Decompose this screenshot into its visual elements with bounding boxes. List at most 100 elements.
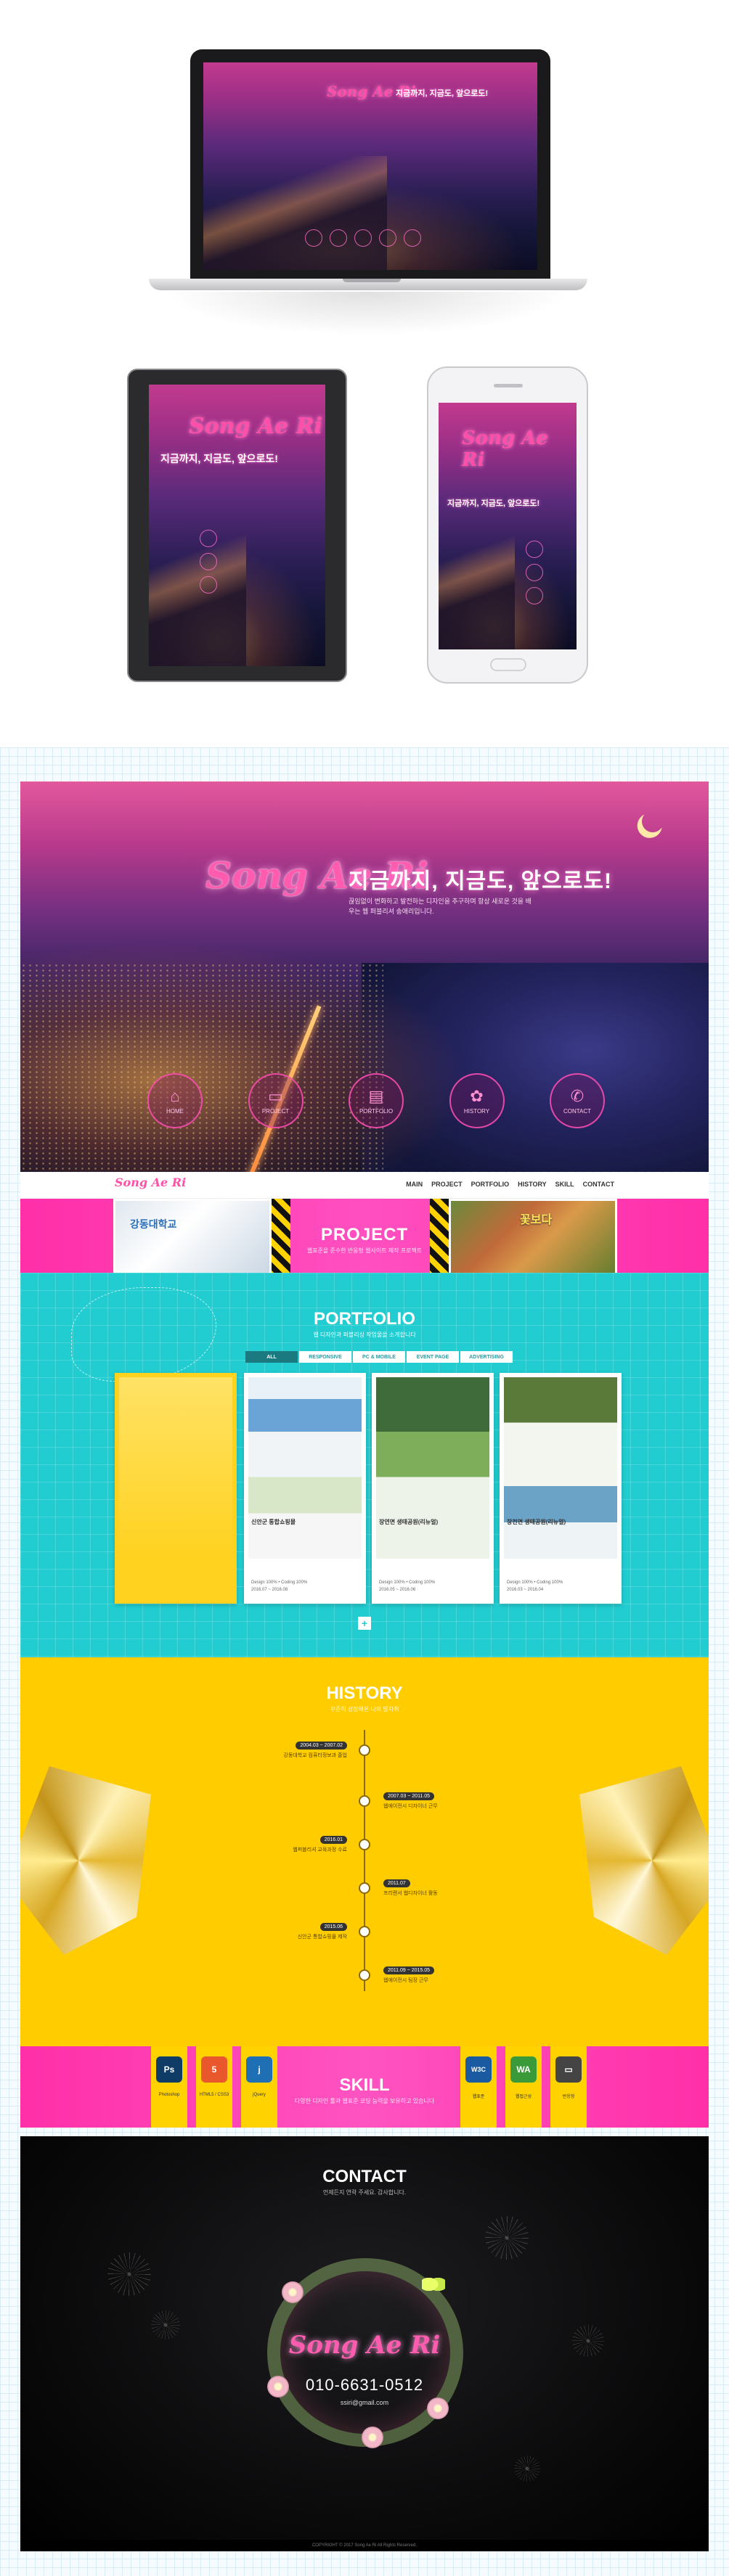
nav-menu: MAIN PROJECT PORTFOLIO HISTORY SKILL CON… <box>406 1181 614 1188</box>
tab-responsive[interactable]: RESPONSIVE <box>299 1351 351 1363</box>
phone-icon <box>526 587 543 604</box>
top-navigation: Song Ae Ri MAIN PROJECT PORTFOLIO HISTOR… <box>20 1173 709 1199</box>
timeline-node <box>359 1839 370 1850</box>
nav-logo[interactable]: Song Ae Ri <box>115 1176 186 1189</box>
phone-home-button <box>490 658 526 671</box>
timeline-node <box>359 1926 370 1937</box>
contact-email[interactable]: ssiri@gmail.com <box>20 2399 709 2406</box>
phone-tagline: 지금까지, 지금도, 앞으로도! <box>447 499 540 508</box>
portfolio-card-name: 장연면 생태공원(리뉴얼) <box>379 1519 439 1525</box>
flower-icon <box>282 2281 304 2303</box>
history-subtitle: 꾸준히 성장해온 나의 발자취 <box>330 1706 399 1712</box>
hero-intro: 끊임없이 변화하고 발전하는 디자인을 추구하며 항상 새로운 것을 배우는 웹… <box>349 898 532 915</box>
file-icon: ▤ <box>368 1086 384 1105</box>
dandelion-seed-icon <box>485 2216 529 2260</box>
nav-item-portfolio[interactable]: PORTFOLIO <box>471 1181 510 1188</box>
dandelion-seed-icon <box>107 2252 151 2296</box>
hero-section: Song Ae Ri 지금까지, 지금도, 앞으로도! 끊임없이 변화하고 발전… <box>20 782 709 1172</box>
file-icon <box>200 576 217 594</box>
monitor-icon <box>330 229 347 247</box>
phone-mockup: Song Ae Ri 지금까지, 지금도, 앞으로도! <box>427 366 588 684</box>
phone-icon <box>404 229 421 247</box>
tab-advertising[interactable]: ADVERTISING <box>460 1351 513 1363</box>
portfolio-title: PORTFOLIO <box>314 1309 415 1329</box>
laptop-mockup: Song Ae Ri 지금까지, 지금도, 앞으로도! <box>190 49 550 279</box>
nav-item-main[interactable]: MAIN <box>406 1181 423 1188</box>
tab-pc-mobile[interactable]: PC & MOBILE <box>353 1351 405 1363</box>
portfolio-card[interactable]: 장연면 생태공원(리뉴얼) Design 100% • Coding 100% … <box>372 1373 494 1604</box>
hero-tagline: 지금까지, 지금도, 앞으로도! <box>349 869 612 893</box>
history-section: HISTORY 꾸준히 성장해온 나의 발자취 2004.03 ~ 2007.0… <box>20 1657 709 2046</box>
portfolio-card-meta: Design 100% • Coding 100% 2016.07 ~ 2016… <box>251 1580 308 1592</box>
phone-icons <box>526 541 543 604</box>
timeline-line <box>364 1730 365 1991</box>
nav-item-contact[interactable]: CONTACT <box>583 1181 614 1188</box>
contact-title: CONTACT <box>322 2167 407 2186</box>
portfolio-screenshot <box>504 1377 617 1559</box>
contact-subtitle: 언제든지 연락 주세요. 감사합니다. <box>322 2189 407 2196</box>
portfolio-card-meta: Design 100% • Coding 100% 2016.03 ~ 2016… <box>507 1580 563 1592</box>
timeline-item: 2004.03 ~ 2007.02 강동대학교 컴퓨터정보과 졸업 <box>283 1742 347 1758</box>
tab-all[interactable]: ALL <box>245 1351 298 1363</box>
phone-screen: Song Ae Ri 지금까지, 지금도, 앞으로도! <box>439 403 577 649</box>
crystal-decoration-right <box>579 1766 709 1955</box>
portfolio-card[interactable] <box>115 1373 237 1604</box>
timeline-item: 2015.06 신안군 통합쇼핑몰 제작 <box>297 1923 347 1940</box>
home-icon: ⌂ <box>170 1086 180 1105</box>
nav-item-history[interactable]: HISTORY <box>518 1181 547 1188</box>
portfolio-screenshot <box>119 1377 232 1559</box>
flower-icon: ✿ <box>470 1086 484 1105</box>
project-section: 강동대학교 꽃보다 PROJECT 웹표준을 준수한 반응형 웹사이트 제작 프… <box>20 1199 709 1273</box>
home-icon <box>305 229 322 247</box>
tablet-icons <box>200 530 217 594</box>
home-icon <box>526 541 543 558</box>
portfolio-card-name: 장천면 생태공원(리뉴얼) <box>507 1519 566 1525</box>
monitor-icon <box>526 564 543 581</box>
phone-logo: Song Ae Ri <box>462 427 548 471</box>
contact-phone[interactable]: 010-6631-0512 <box>20 2376 709 2395</box>
flower-icon <box>362 2427 383 2448</box>
hero-history-button[interactable]: ✿ HISTORY <box>449 1073 505 1128</box>
portfolio-card[interactable]: 장천면 생태공원(리뉴얼) Design 100% • Coding 100% … <box>500 1373 622 1604</box>
phone-icon: ✆ <box>570 1086 585 1105</box>
monitor-icon: ▭ <box>268 1086 283 1105</box>
crystal-decoration-left <box>20 1766 151 1955</box>
hero-portfolio-button[interactable]: ▤ PORTFOLIO <box>349 1073 404 1128</box>
hero-home-button[interactable]: ⌂ HOME <box>147 1073 203 1128</box>
hero-icon-menu: ⌂ HOME ▭ PROJECT ▤ PORTFOLIO ✿ HISTORY ✆… <box>147 1073 605 1128</box>
portfolio-filter-tabs: ALL RESPONSIVE PC & MOBILE EVENT PAGE AD… <box>245 1351 513 1363</box>
portfolio-presentation: Song Ae Ri 지금까지, 지금도, 앞으로도! Song Ae Ri 지… <box>0 0 729 2576</box>
timeline-node <box>359 1744 370 1756</box>
tab-event-page[interactable]: EVENT PAGE <box>407 1351 459 1363</box>
timeline-item: 2011.07 프리랜서 웹디자이너 활동 <box>383 1879 438 1896</box>
project-title: PROJECT <box>320 1225 409 1244</box>
home-icon <box>200 530 217 547</box>
dandelion-seed-icon <box>514 2456 540 2482</box>
laptop-tagline: 지금까지, 지금도, 앞으로도! <box>396 89 489 98</box>
moon-icon <box>639 808 667 835</box>
portfolio-card[interactable]: 신안군 통합쇼핑몰 Design 100% • Coding 100% 2016… <box>244 1373 366 1604</box>
contact-section: CONTACT 언제든지 연락 주세요. 감사합니다. Song Ae Ri 0… <box>20 2136 709 2548</box>
portfolio-section: PORTFOLIO 웹 디자인과 퍼블리싱 작업물을 소개합니다 ALL RES… <box>20 1273 709 1657</box>
history-title: HISTORY <box>326 1683 403 1703</box>
hero-contact-button[interactable]: ✆ CONTACT <box>550 1073 605 1128</box>
portfolio-screenshot <box>376 1377 489 1559</box>
portfolio-subtitle: 웹 디자인과 퍼블리싱 작업물을 소개합니다 <box>313 1332 416 1338</box>
tablet-mockup: Song Ae Ri 지금까지, 지금도, 앞으로도! <box>127 369 347 682</box>
hero-project-button[interactable]: ▭ PROJECT <box>248 1073 304 1128</box>
timeline-node <box>359 1795 370 1807</box>
tablet-logo: Song Ae Ri <box>189 414 323 439</box>
portfolio-card-name: 신안군 통합쇼핑몰 <box>251 1519 296 1525</box>
nav-item-project[interactable]: PROJECT <box>431 1181 463 1188</box>
contact-logo: Song Ae Ri <box>288 2331 441 2360</box>
project-subtitle: 웹표준을 준수한 반응형 웹사이트 제작 프로젝트 <box>306 1247 423 1254</box>
footer-copyright: COPYRIGHT © 2017 Song Ae Ri All Rights R… <box>20 2540 709 2551</box>
skill-title: SKILL <box>339 2075 390 2095</box>
load-more-button[interactable]: + <box>358 1617 371 1630</box>
nav-item-skill[interactable]: SKILL <box>555 1181 574 1188</box>
tablet-screen: Song Ae Ri 지금까지, 지금도, 앞으로도! <box>149 385 325 666</box>
skill-section: Ps Photoshop 5 HTML5 / CSS3 j jQuery W3C… <box>20 2046 709 2128</box>
timeline-item: 2016.01 웹퍼블리셔 교육과정 수료 <box>293 1836 347 1853</box>
timeline-item: 2011.09 ~ 2015.05 웹에이전시 팀장 근무 <box>383 1966 492 1984</box>
portfolio-card-meta: Design 100% • Coding 100% 2016.05 ~ 2016… <box>379 1580 436 1592</box>
